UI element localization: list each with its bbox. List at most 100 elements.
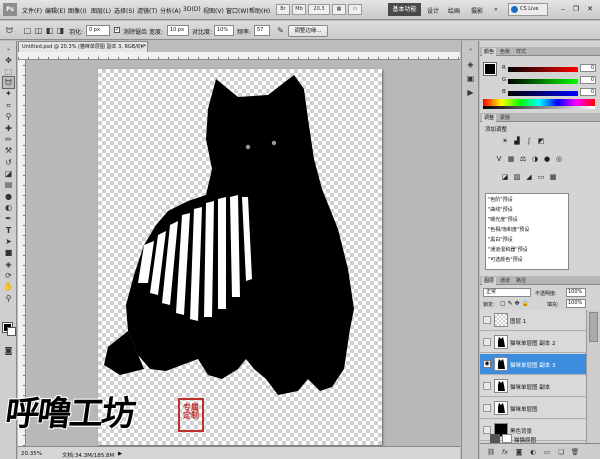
- 3d-orbit-tool-icon[interactable]: ⟳: [3, 270, 14, 281]
- workspace-essentials[interactable]: 基本功能: [388, 3, 421, 16]
- menu-window[interactable]: 窗口(W): [226, 6, 249, 15]
- opacity-input[interactable]: 100%: [566, 288, 586, 297]
- width-input[interactable]: 10 px: [167, 25, 189, 36]
- layer-row[interactable]: 猫咪单层图: [480, 398, 586, 419]
- blue-slider[interactable]: [508, 91, 578, 96]
- visibility-toggle[interactable]: [483, 338, 491, 346]
- tab-layers[interactable]: 图层: [482, 277, 497, 285]
- visibility-toggle[interactable]: [483, 316, 491, 324]
- marquee-tool-icon[interactable]: ⬚: [3, 66, 14, 77]
- preset-levels[interactable]: "色阶"预设: [488, 196, 513, 203]
- scrollbar-thumb[interactable]: [589, 312, 598, 342]
- antialias-checkbox[interactable]: ✓: [114, 27, 120, 33]
- tab-paths[interactable]: 路径: [514, 277, 528, 285]
- arrange-icon[interactable]: ▦: [332, 4, 346, 15]
- path-select-tool-icon[interactable]: ➤: [3, 236, 14, 247]
- preset-curves[interactable]: "曲线"预设: [488, 206, 513, 213]
- selection-add-icon[interactable]: ◫: [33, 25, 44, 36]
- workspace-more[interactable]: »: [494, 6, 498, 13]
- link-layers-icon[interactable]: ⛓: [486, 447, 496, 457]
- visibility-toggle[interactable]: [483, 426, 491, 434]
- hue-saturation-icon[interactable]: ▦: [506, 154, 516, 164]
- contrast-input[interactable]: 10%: [214, 25, 234, 36]
- fill-input[interactable]: 100%: [566, 299, 586, 308]
- layer-row-selected[interactable]: ◉ 猫咪单层图 副本 3: [480, 354, 586, 375]
- eyedropper-tool-icon[interactable]: ⚲: [3, 111, 14, 122]
- gradient-map-icon[interactable]: ▭: [536, 172, 546, 182]
- tab-swatches[interactable]: 色板: [498, 48, 512, 56]
- tab-masks[interactable]: 蒙版: [498, 114, 512, 122]
- selection-intersect-icon[interactable]: ◨: [55, 25, 66, 36]
- vibrance-icon[interactable]: V: [494, 154, 504, 164]
- minimize-icon[interactable]: –: [558, 4, 568, 15]
- curves-icon[interactable]: ∫: [524, 136, 534, 146]
- invert-icon[interactable]: ◪: [500, 172, 510, 182]
- brightness-icon[interactable]: ☀: [500, 136, 510, 146]
- blue-value[interactable]: 0: [580, 88, 596, 96]
- dodge-tool-icon[interactable]: ◐: [3, 202, 14, 213]
- layers-scrollbar[interactable]: [586, 310, 600, 443]
- exposure-icon[interactable]: ◩: [536, 136, 546, 146]
- background-color-swatch[interactable]: [7, 327, 16, 336]
- magnetic-lasso-tool-icon[interactable]: ᗢ: [4, 25, 15, 36]
- preset-exposure[interactable]: "曝光度"预设: [488, 216, 518, 223]
- crop-tool-icon[interactable]: ⌗: [3, 100, 14, 111]
- red-value[interactable]: 0: [580, 64, 596, 72]
- selection-subtract-icon[interactable]: ◧: [44, 25, 55, 36]
- photo-filter-icon[interactable]: ●: [542, 154, 552, 164]
- menu-analysis[interactable]: 分析(A): [160, 6, 181, 15]
- blur-tool-icon[interactable]: ●: [3, 191, 14, 202]
- healing-brush-tool-icon[interactable]: ✚: [3, 123, 14, 134]
- color-foreground-swatch[interactable]: [483, 62, 497, 76]
- shape-tool-icon[interactable]: ■: [3, 247, 14, 258]
- adjustment-layer-icon[interactable]: ◐: [528, 447, 538, 457]
- visibility-toggle[interactable]: [483, 404, 491, 412]
- pen-tool-icon[interactable]: ✒: [3, 213, 14, 224]
- selection-new-icon[interactable]: □: [22, 25, 33, 36]
- layer-row[interactable]: 图层 1: [480, 310, 586, 331]
- layer-row[interactable]: 猫咪单层图 副本: [480, 376, 586, 397]
- green-slider[interactable]: [508, 79, 578, 84]
- history-brush-tool-icon[interactable]: ↺: [3, 157, 14, 168]
- document-tab[interactable]: Untitled.psd @ 20.3% (猫咪单层图 副本 3, RGB/8)…: [18, 41, 148, 52]
- blend-mode-select[interactable]: 正常: [483, 288, 531, 297]
- dock-history-icon[interactable]: ▣: [465, 73, 476, 84]
- preset-selective-color[interactable]: "可选颜色"预设: [488, 256, 523, 263]
- preset-hue-saturation[interactable]: "色相/饱和度"预设: [488, 226, 529, 233]
- selective-color-icon[interactable]: ▩: [548, 172, 558, 182]
- tablet-pressure-icon[interactable]: ✎: [275, 25, 286, 36]
- threshold-icon[interactable]: ◢: [524, 172, 534, 182]
- preset-channel-mixer[interactable]: "通道混和器"预设: [488, 246, 528, 253]
- add-mask-icon[interactable]: ◙: [514, 447, 524, 457]
- workspace-photography[interactable]: 摄影: [471, 6, 483, 15]
- tab-styles[interactable]: 样式: [514, 48, 528, 56]
- color-balance-icon[interactable]: ⚖: [518, 154, 528, 164]
- tab-adjustments[interactable]: 调整: [482, 114, 497, 122]
- status-zoom[interactable]: 20.35%: [21, 451, 42, 457]
- status-arrow-icon[interactable]: ▶: [118, 451, 122, 457]
- layer-style-icon[interactable]: fx: [500, 447, 510, 457]
- menu-edit[interactable]: 编辑(E): [45, 6, 65, 15]
- gradient-tool-icon[interactable]: ▤: [3, 179, 14, 190]
- preset-black-white[interactable]: "黑白"预设: [488, 236, 513, 243]
- menu-3d[interactable]: 3D(D): [183, 6, 201, 13]
- hand-tool-icon[interactable]: ✋: [3, 281, 14, 292]
- channel-mixer-icon[interactable]: ◎: [554, 154, 564, 164]
- eraser-tool-icon[interactable]: ◪: [3, 168, 14, 179]
- grayscale-bar[interactable]: [483, 106, 595, 109]
- minibridge-button[interactable]: Mb: [292, 4, 306, 15]
- clone-stamp-tool-icon[interactable]: ⚒: [3, 145, 14, 156]
- workspace-design[interactable]: 设计: [427, 6, 439, 15]
- menu-layer[interactable]: 图层(L): [91, 6, 111, 15]
- layer-row[interactable]: 猫咪单层图 副本 2: [480, 332, 586, 353]
- brush-tool-icon[interactable]: ✏: [3, 134, 14, 145]
- new-group-icon[interactable]: ▭: [542, 447, 552, 457]
- visibility-toggle[interactable]: [483, 382, 491, 390]
- black-white-icon[interactable]: ◑: [530, 154, 540, 164]
- posterize-icon[interactable]: ▨: [512, 172, 522, 182]
- feather-input[interactable]: 0 px: [86, 25, 110, 36]
- workspace-painting[interactable]: 绘画: [448, 6, 460, 15]
- menu-file[interactable]: 文件(F): [22, 6, 42, 15]
- menu-view[interactable]: 视图(V): [203, 6, 224, 15]
- quick-mask-icon[interactable]: ◙: [3, 345, 14, 356]
